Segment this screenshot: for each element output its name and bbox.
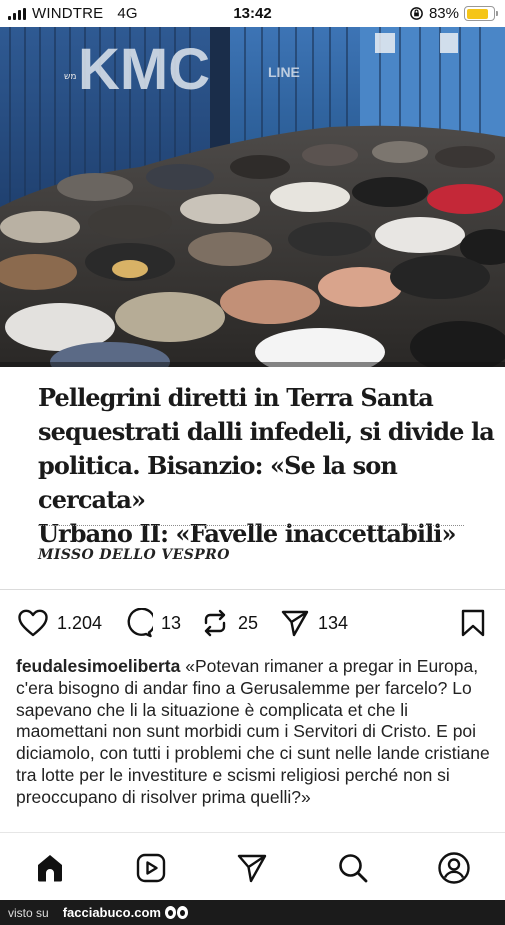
repost-icon <box>204 609 226 637</box>
small-label: מש <box>64 72 77 82</box>
nav-direct[interactable] <box>235 851 269 885</box>
headline-line: politica. Bisanzio: «Se la son cercata» <box>38 451 398 514</box>
battery-percent: 83% <box>428 5 459 22</box>
likes-count: 1.204 <box>57 612 103 633</box>
heart-icon <box>18 609 48 637</box>
comment-icon <box>127 608 153 638</box>
like-button[interactable]: 1.204 <box>17 608 102 638</box>
nav-search[interactable] <box>336 851 370 885</box>
eyes-icon <box>164 906 188 919</box>
shares-count: 134 <box>318 612 349 633</box>
article-author: MISSO DELLO VESPRO <box>38 547 230 563</box>
nav-reels[interactable] <box>134 851 168 885</box>
send-icon <box>237 854 267 883</box>
battery-icon <box>464 6 498 21</box>
headline-line: sequestrati dalli infedeli, si divide la <box>38 417 495 446</box>
headline-line: Urbano II: «Favelle inaccettabili» <box>38 519 457 548</box>
nav-profile[interactable] <box>437 851 471 885</box>
divider <box>0 589 505 590</box>
bottom-nav <box>0 832 505 900</box>
status-bar: WINDTRE 4G 13:42 83% <box>0 0 505 28</box>
search-icon <box>339 854 368 883</box>
reposts-count: 25 <box>238 612 259 633</box>
send-icon <box>281 610 309 637</box>
post-image[interactable]: KMC LINE מש <box>0 27 505 367</box>
post-caption: feudalesimoeliberta «Potevan rimaner a p… <box>16 656 491 809</box>
action-bar: 1.204 13 25 134 <box>0 602 505 646</box>
comments-count: 13 <box>161 612 182 633</box>
orientation-lock-icon <box>410 7 423 20</box>
headline-line: Pellegrini diretti in Terra Santa <box>38 383 434 412</box>
reels-icon <box>136 853 166 883</box>
bookmark-button[interactable] <box>460 608 486 638</box>
bookmark-icon <box>461 609 485 637</box>
profile-icon <box>438 852 470 884</box>
watermark-bar: visto su facciabuco.com <box>0 900 505 925</box>
article-card: Pellegrini diretti in Terra Santa seques… <box>0 367 505 589</box>
battery-fill <box>466 8 489 19</box>
sign-text: KMC <box>78 37 210 102</box>
watermark-brand: facciabuco.com <box>62 905 161 920</box>
home-icon <box>38 855 62 882</box>
post-photo: KMC LINE מש <box>0 27 505 367</box>
share-button[interactable]: 134 <box>280 608 348 638</box>
caption-text: «Potevan rimaner a pregar in Europa, c'e… <box>16 656 490 807</box>
caption-username[interactable]: feudalesimoeliberta <box>16 656 180 676</box>
status-right: 83% <box>409 5 498 22</box>
watermark-prefix: visto su <box>8 905 49 920</box>
nav-home[interactable] <box>33 851 67 885</box>
dotted-divider <box>38 525 464 526</box>
sign-subtext: LINE <box>268 64 300 80</box>
repost-button[interactable]: 25 <box>200 608 258 638</box>
comment-button[interactable]: 13 <box>123 608 181 638</box>
